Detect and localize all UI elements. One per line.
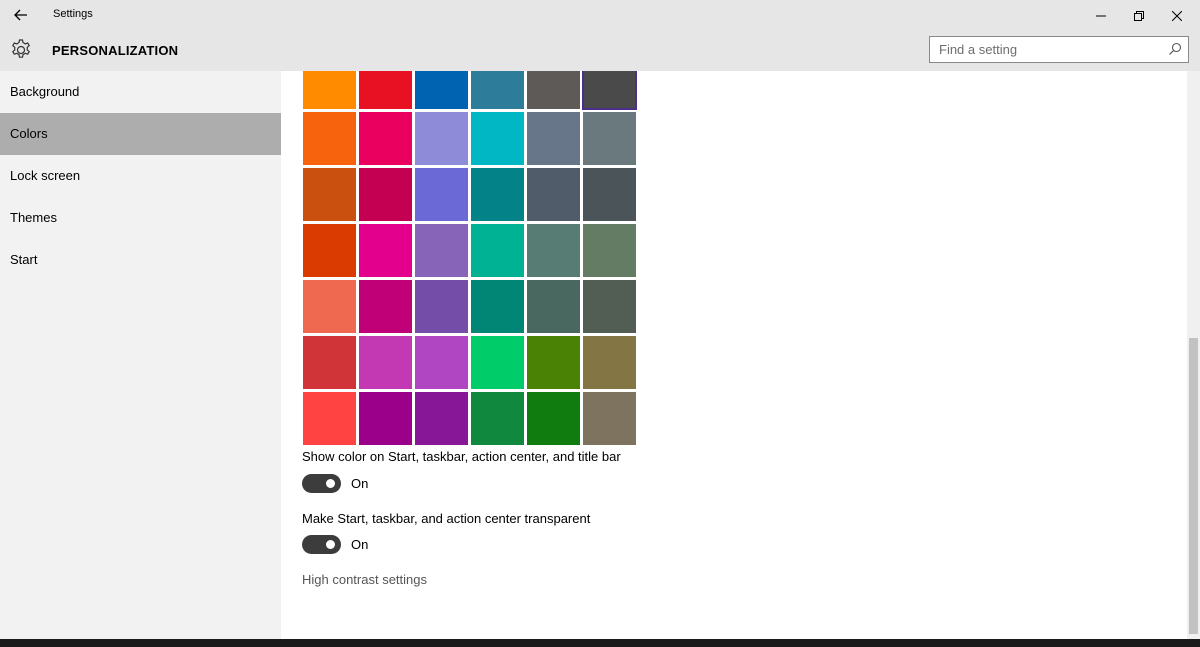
color-swatch[interactable] bbox=[303, 112, 356, 165]
sidebar-item-background[interactable]: Background bbox=[0, 71, 281, 113]
settings-header: PERSONALIZATION bbox=[0, 31, 1200, 71]
color-swatch[interactable] bbox=[527, 392, 580, 445]
color-swatch[interactable] bbox=[527, 224, 580, 277]
toggle-knob bbox=[326, 479, 335, 488]
color-swatch[interactable] bbox=[527, 71, 580, 109]
color-swatch[interactable] bbox=[471, 280, 524, 333]
color-swatch[interactable] bbox=[527, 336, 580, 389]
color-swatch[interactable] bbox=[359, 280, 412, 333]
color-swatch[interactable] bbox=[583, 224, 636, 277]
transparent-state: On bbox=[351, 537, 369, 552]
transparent-label: Make Start, taskbar, and action center t… bbox=[302, 511, 591, 526]
color-swatch[interactable] bbox=[303, 280, 356, 333]
scrollbar[interactable] bbox=[1187, 71, 1200, 639]
sidebar-item-colors[interactable]: Colors bbox=[0, 113, 281, 155]
color-swatch[interactable] bbox=[359, 224, 412, 277]
taskbar bbox=[0, 639, 1200, 647]
color-swatch[interactable] bbox=[415, 71, 468, 109]
high-contrast-link[interactable]: High contrast settings bbox=[302, 572, 427, 587]
color-swatch[interactable] bbox=[471, 71, 524, 109]
close-button[interactable] bbox=[1154, 0, 1200, 31]
color-swatch[interactable] bbox=[583, 112, 636, 165]
scrollbar-thumb[interactable] bbox=[1189, 338, 1198, 634]
color-swatch[interactable] bbox=[471, 112, 524, 165]
color-swatch[interactable] bbox=[359, 392, 412, 445]
color-swatch[interactable] bbox=[415, 336, 468, 389]
color-swatch[interactable] bbox=[583, 392, 636, 445]
sidebar-item-label: Background bbox=[10, 84, 80, 99]
color-swatch[interactable] bbox=[582, 71, 637, 110]
color-swatch[interactable] bbox=[527, 168, 580, 221]
color-swatch[interactable] bbox=[415, 112, 468, 165]
show-color-toggle[interactable] bbox=[302, 474, 341, 493]
window-title: Settings bbox=[53, 8, 93, 20]
color-swatch[interactable] bbox=[359, 168, 412, 221]
color-swatch[interactable] bbox=[303, 392, 356, 445]
color-swatch[interactable] bbox=[415, 224, 468, 277]
main-content: Show color on Start, taskbar, action cen… bbox=[281, 71, 1187, 639]
color-swatch[interactable] bbox=[527, 280, 580, 333]
toggle-knob bbox=[326, 540, 335, 549]
color-swatch[interactable] bbox=[415, 392, 468, 445]
color-swatch[interactable] bbox=[359, 336, 412, 389]
restore-icon bbox=[1134, 10, 1144, 21]
sidebar-item-label: Colors bbox=[10, 126, 48, 141]
back-button[interactable] bbox=[6, 2, 36, 28]
sidebar-item-lock-screen[interactable]: Lock screen bbox=[0, 155, 281, 197]
color-swatch[interactable] bbox=[359, 71, 412, 109]
color-swatch[interactable] bbox=[303, 168, 356, 221]
sidebar-item-label: Themes bbox=[10, 210, 57, 225]
show-color-label: Show color on Start, taskbar, action cen… bbox=[302, 449, 621, 464]
color-swatch[interactable] bbox=[527, 112, 580, 165]
color-swatch[interactable] bbox=[303, 71, 356, 109]
search-input[interactable] bbox=[930, 37, 1156, 62]
color-swatch[interactable] bbox=[303, 336, 356, 389]
show-color-state: On bbox=[351, 476, 369, 491]
sidebar-item-label: Start bbox=[10, 252, 38, 267]
back-arrow-icon bbox=[14, 9, 27, 21]
color-swatch[interactable] bbox=[359, 112, 412, 165]
color-swatch[interactable] bbox=[471, 336, 524, 389]
page-title: PERSONALIZATION bbox=[52, 43, 179, 58]
close-icon bbox=[1172, 10, 1182, 21]
sidebar-item-start[interactable]: Start bbox=[0, 239, 281, 281]
search-box[interactable] bbox=[929, 36, 1189, 63]
color-swatch[interactable] bbox=[471, 224, 524, 277]
search-icon[interactable] bbox=[1168, 42, 1182, 56]
sidebar-item-label: Lock screen bbox=[10, 168, 81, 183]
color-swatch[interactable] bbox=[583, 168, 636, 221]
color-swatch[interactable] bbox=[415, 280, 468, 333]
minimize-icon bbox=[1096, 15, 1106, 16]
color-swatch[interactable] bbox=[471, 168, 524, 221]
transparent-toggle[interactable] bbox=[302, 535, 341, 554]
color-swatch[interactable] bbox=[471, 392, 524, 445]
sidebar-item-themes[interactable]: Themes bbox=[0, 197, 281, 239]
title-bar: Settings bbox=[0, 0, 1200, 31]
gear-icon bbox=[12, 39, 30, 58]
color-swatch[interactable] bbox=[415, 168, 468, 221]
color-swatch[interactable] bbox=[583, 280, 636, 333]
color-swatch[interactable] bbox=[583, 336, 636, 389]
sidebar: Background Colors Lock screen Themes Sta… bbox=[0, 71, 281, 639]
color-swatch[interactable] bbox=[303, 224, 356, 277]
